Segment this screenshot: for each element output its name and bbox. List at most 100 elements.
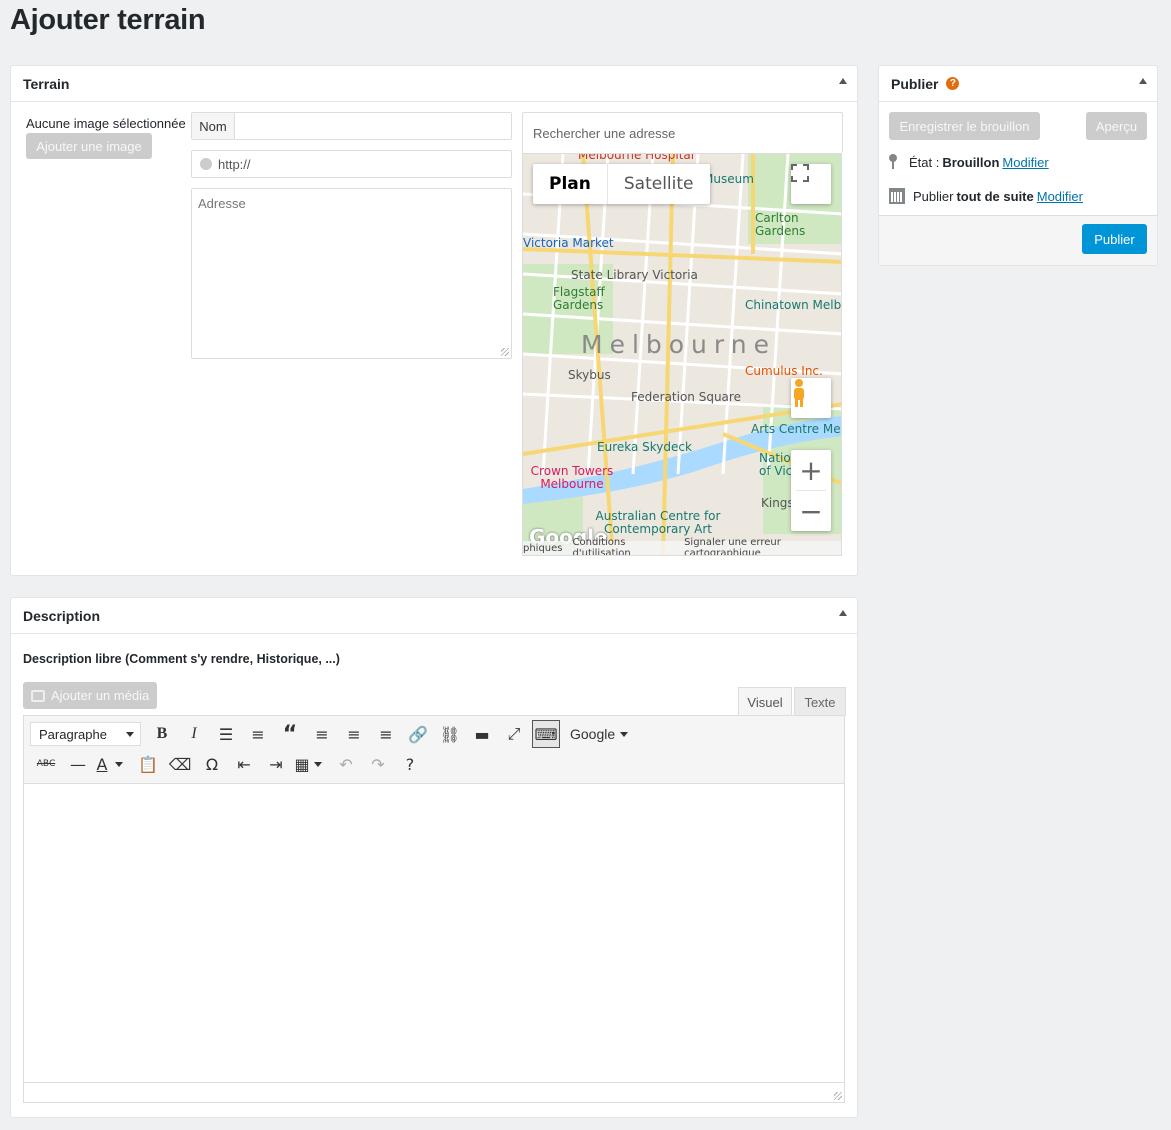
schedule-line: Publier tout de suite Modifier	[889, 188, 1083, 204]
zoom-control: + −	[791, 450, 831, 531]
table-icon[interactable]: ▦	[292, 750, 324, 778]
fullscreen-icon[interactable]: ⤢	[498, 720, 530, 748]
font-dropdown[interactable]: Google	[562, 726, 636, 742]
align-left-icon[interactable]: ≡	[306, 720, 338, 748]
edit-schedule-link[interactable]: Modifier	[1037, 189, 1083, 204]
name-label: Nom	[192, 113, 235, 139]
publish-box-title: Publier	[891, 75, 939, 92]
format-select-value: Paragraphe	[39, 726, 107, 742]
special-character-icon[interactable]: Ω	[196, 750, 228, 778]
numbered-list-icon[interactable]: ≡	[242, 720, 274, 748]
description-box: Description Description libre (Comment s…	[10, 597, 858, 1118]
terrain-box: Terrain Aucune image sélectionnée Ajoute…	[10, 65, 858, 576]
map[interactable]: Melbourne Hospital Museum Carlton Garden…	[522, 153, 842, 556]
clear-formatting-icon[interactable]: ⌫	[164, 750, 196, 778]
search-address-input[interactable]: Rechercher une adresse	[522, 112, 843, 153]
map-label-skybus: Skybus	[568, 368, 611, 382]
text-color-icon[interactable]: A	[94, 750, 126, 778]
font-dropdown-value: Google	[570, 726, 616, 742]
publish-when: tout de suite	[956, 188, 1034, 204]
tab-text[interactable]: Texte	[794, 687, 846, 716]
map-label-victoria-market: Victoria Market	[523, 236, 614, 250]
redo-icon[interactable]: ↷	[362, 750, 394, 778]
rich-text-editor: Paragraphe B I ☰ ≡ “ ≡ ≡ ≡ 🔗 ⛓ ▬ ⤢ ⌨ Goo…	[23, 715, 845, 1103]
map-footer: phiques Conditions d'utilisation Signale…	[523, 537, 841, 555]
map-label-hospital: Melbourne Hospital	[578, 153, 695, 162]
save-draft-button[interactable]: Enregistrer le brouillon	[889, 112, 1040, 140]
map-type-satellite-button[interactable]: Satellite	[608, 164, 710, 204]
add-media-label: Ajouter un média	[51, 688, 150, 703]
description-label: Description libre (Comment s'y rendre, H…	[23, 652, 340, 666]
unlink-icon[interactable]: ⛓	[434, 720, 466, 748]
map-footer-data: phiques	[523, 542, 563, 554]
status-prefix: État :	[909, 154, 940, 170]
street-view-button[interactable]	[791, 378, 831, 418]
link-icon[interactable]: 🔗	[402, 720, 434, 748]
calendar-icon	[889, 188, 905, 204]
publish-box-header[interactable]: Publier ?	[879, 66, 1157, 102]
blockquote-icon[interactable]: “	[274, 720, 306, 748]
read-more-icon[interactable]: ▬	[466, 720, 498, 748]
page-title: Ajouter terrain	[10, 4, 206, 36]
description-box-header[interactable]: Description	[11, 598, 857, 634]
map-label-kings: Kings	[761, 496, 794, 510]
globe-icon	[200, 158, 212, 170]
status-value: Brouillon	[942, 154, 1000, 170]
collapse-toggle-icon[interactable]	[839, 610, 847, 616]
collapse-toggle-icon[interactable]	[839, 78, 847, 84]
map-label-federation: Federation Square	[631, 390, 741, 404]
publish-button[interactable]: Publier	[1082, 224, 1147, 254]
map-label-flagstaff: Flagstaff Gardens	[553, 285, 605, 312]
undo-icon[interactable]: ↶	[330, 750, 362, 778]
media-icon	[31, 689, 45, 702]
strikethrough-icon[interactable]: ABC	[30, 750, 62, 778]
bullet-list-icon[interactable]: ☰	[210, 720, 242, 748]
map-label-acca: Australian Centre for Contemporary Art	[595, 509, 721, 536]
name-input[interactable]	[235, 113, 511, 139]
editor-toolbar: Paragraphe B I ☰ ≡ “ ≡ ≡ ≡ 🔗 ⛓ ▬ ⤢ ⌨ Goo…	[24, 716, 844, 784]
align-center-icon[interactable]: ≡	[338, 720, 370, 748]
editor-content-area[interactable]	[24, 783, 844, 1082]
map-label-chinatown: Chinatown Melbo	[745, 298, 842, 312]
italic-icon[interactable]: I	[178, 720, 210, 748]
add-media-button[interactable]: Ajouter un média	[23, 682, 157, 709]
publish-prefix: Publier	[913, 188, 954, 204]
url-placeholder: http://	[218, 156, 251, 172]
address-textarea[interactable]: Adresse	[191, 188, 512, 359]
map-report-link[interactable]: Signaler une erreur cartographique	[684, 537, 841, 555]
publish-footer: Publier	[879, 215, 1157, 265]
name-field[interactable]: Nom	[191, 112, 512, 140]
outdent-icon[interactable]: ⇤	[228, 750, 260, 778]
map-type-plan-button[interactable]: Plan	[533, 164, 608, 204]
map-label-city: Melbourne	[581, 330, 776, 359]
edit-status-link[interactable]: Modifier	[1002, 155, 1048, 170]
toolbar-toggle-icon[interactable]: ⌨	[532, 720, 560, 748]
help-icon[interactable]: ?	[946, 77, 960, 90]
no-image-text: Aucune image sélectionnée	[26, 116, 186, 131]
preview-button[interactable]: Aperçu	[1086, 112, 1147, 140]
url-field[interactable]: http://	[191, 150, 512, 178]
format-select[interactable]: Paragraphe	[30, 722, 141, 746]
align-right-icon[interactable]: ≡	[370, 720, 402, 748]
help-icon[interactable]: ?	[394, 750, 426, 778]
terrain-box-header[interactable]: Terrain	[11, 66, 857, 102]
map-type-control: Plan Satellite	[533, 164, 710, 204]
map-label-crown: Crown Towers Melbourne	[530, 464, 614, 491]
map-terms-link[interactable]: Conditions d'utilisation	[573, 537, 675, 555]
map-label-museum: Museum	[703, 172, 754, 186]
tab-visual[interactable]: Visuel	[738, 687, 792, 716]
add-image-button[interactable]: Ajouter une image	[26, 133, 152, 159]
resize-handle-icon[interactable]	[501, 348, 509, 356]
map-label-eureka: Eureka Skydeck	[597, 440, 692, 454]
pegman-icon	[794, 379, 804, 407]
fullscreen-icon	[791, 164, 809, 182]
paste-text-icon[interactable]: 📋	[132, 750, 164, 778]
indent-icon[interactable]: ⇥	[260, 750, 292, 778]
horizontal-line-icon[interactable]: —	[62, 750, 94, 778]
zoom-in-button[interactable]: +	[791, 450, 831, 490]
collapse-toggle-icon[interactable]	[1139, 78, 1147, 84]
bold-icon[interactable]: B	[146, 720, 178, 748]
fullscreen-button[interactable]	[791, 164, 831, 204]
resize-handle-icon[interactable]	[834, 1092, 842, 1100]
zoom-out-button[interactable]: −	[791, 491, 831, 531]
